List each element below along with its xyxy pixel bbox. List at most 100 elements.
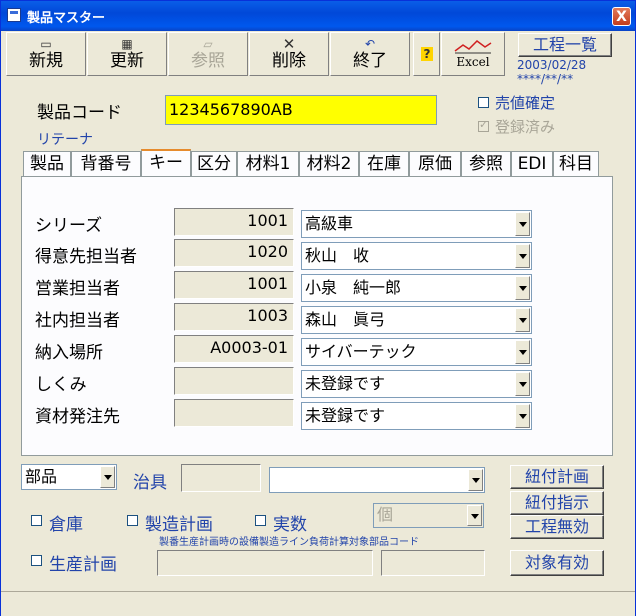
customer-rep-label: 得意先担当者 [35, 247, 137, 267]
tab-account[interactable]: 科目 [553, 151, 599, 176]
delete-label: 削除 [272, 51, 306, 71]
tab-material1[interactable]: 材料1 [237, 151, 299, 176]
tab-edi[interactable]: EDI [511, 151, 553, 176]
new-doc-icon: ▭ [40, 37, 52, 51]
dropdown-arrow-icon[interactable] [515, 372, 530, 396]
excel-label: Excel [456, 55, 490, 69]
date-mask: ****/**/** [517, 72, 574, 86]
series-select[interactable]: 高級車 [301, 210, 532, 238]
jig-select[interactable] [269, 467, 485, 493]
link-instruction-button[interactable]: 紐付指示 [510, 491, 604, 515]
unit-select-value: 個 [377, 505, 394, 524]
part-select-value: 部品 [25, 467, 58, 486]
delivery-place-label: 納入場所 [35, 343, 103, 363]
customer-rep-value: 秋山 收 [305, 246, 370, 265]
browse-label: 参照 [191, 51, 225, 71]
tab-material2[interactable]: 材料2 [299, 151, 359, 176]
browse-button[interactable]: ▱ 参照 [168, 32, 248, 76]
price-confirm-checkbox[interactable] [478, 97, 489, 108]
dropdown-arrow-icon[interactable] [467, 505, 482, 526]
supplier-select[interactable]: 未登録です [301, 402, 532, 430]
jig-label: 治具 [133, 473, 167, 493]
product-code-label: 製品コード [37, 103, 122, 123]
series-label: シリーズ [35, 216, 103, 236]
new-label: 新規 [29, 51, 63, 71]
close-button[interactable]: X [612, 7, 631, 26]
series-code: 1001 [174, 208, 294, 236]
supplier-value: 未登録です [305, 406, 386, 425]
tab-inventory[interactable]: 在庫 [359, 151, 409, 176]
x-icon: ✕ [282, 35, 296, 53]
warehouse-label: 倉庫 [49, 515, 83, 535]
target-enable-button[interactable]: 対象有効 [510, 550, 604, 576]
update-button[interactable]: ▦ 更新 [87, 32, 167, 76]
mechanism-code [174, 367, 294, 395]
mechanism-value: 未登録です [305, 374, 386, 393]
tab-key[interactable]: キー [141, 149, 191, 177]
prod-plan-field-2 [381, 550, 485, 576]
actual-qty-label: 実数 [273, 515, 307, 535]
dropdown-arrow-icon[interactable] [515, 308, 530, 332]
update-label: 更新 [110, 51, 144, 71]
main-window: 製品マスター X ▭ 新規 ▦ 更新 ▱ 参照 ✕ 削除 ↶ 終了 ? Exce… [0, 0, 636, 616]
tab-category[interactable]: 区分 [191, 151, 237, 176]
retainer-label: リテーナ [37, 132, 93, 148]
exit-button[interactable]: ↶ 終了 [330, 32, 410, 76]
customer-rep-select[interactable]: 秋山 收 [301, 242, 532, 270]
delete-button[interactable]: ✕ 削除 [249, 32, 329, 76]
sales-rep-label: 営業担当者 [35, 279, 120, 299]
product-code-input[interactable]: 1234567890AB [165, 95, 437, 125]
supplier-label: 資材発注先 [35, 407, 120, 427]
dropdown-arrow-icon[interactable] [515, 404, 530, 428]
unit-select[interactable]: 個 [373, 503, 484, 528]
tab-cost[interactable]: 原価 [409, 151, 461, 176]
actual-qty-checkbox[interactable] [255, 515, 266, 526]
help-button[interactable]: ? [413, 32, 440, 76]
jig-code-field [181, 464, 261, 492]
dropdown-arrow-icon[interactable] [515, 244, 530, 268]
sales-rep-value: 小泉 純一郎 [305, 278, 402, 297]
registered-checkbox[interactable] [478, 118, 489, 132]
mfg-plan-checkbox[interactable] [127, 515, 138, 526]
prod-plan-label: 生産計画 [49, 555, 117, 575]
prod-plan-checkbox[interactable] [31, 555, 42, 566]
tab-back-number[interactable]: 背番号 [71, 151, 141, 176]
sales-rep-select[interactable]: 小泉 純一郎 [301, 274, 532, 302]
tab-reference[interactable]: 参照 [461, 151, 511, 176]
part-select[interactable]: 部品 [21, 464, 117, 490]
dropdown-arrow-icon[interactable] [468, 469, 483, 491]
sales-rep-code: 1001 [174, 271, 294, 299]
open-folder-icon: ▱ [203, 37, 213, 51]
date-display: 2003/02/28 [517, 58, 587, 72]
internal-rep-value: 森山 眞弓 [305, 310, 386, 329]
dropdown-arrow-icon[interactable] [515, 212, 530, 236]
return-icon: ↶ [364, 37, 376, 51]
dropdown-arrow-icon[interactable] [515, 340, 530, 364]
internal-rep-label: 社内担当者 [35, 311, 120, 331]
dropdown-arrow-icon[interactable] [100, 466, 115, 488]
grid-icon: ▦ [121, 37, 133, 51]
warehouse-checkbox[interactable] [31, 515, 42, 526]
plan-note: 製番生産計画時の設備製造ライン負荷計算対象部品コード [159, 537, 419, 548]
process-disable-button[interactable]: 工程無効 [510, 515, 604, 539]
series-value: 高級車 [305, 214, 354, 233]
delivery-place-select[interactable]: サイバーテック [301, 338, 532, 366]
title-bar[interactable]: 製品マスター X [1, 1, 635, 31]
supplier-code [174, 399, 294, 427]
price-confirm-label: 売値確定 [495, 94, 556, 112]
app-icon [7, 8, 21, 22]
internal-rep-code: 1003 [174, 303, 294, 331]
link-plan-button[interactable]: 紐付計画 [510, 465, 604, 489]
window-title: 製品マスター [27, 11, 106, 26]
new-button[interactable]: ▭ 新規 [6, 32, 86, 76]
chart-icon [454, 40, 492, 54]
mechanism-label: しくみ [35, 375, 87, 395]
mfg-plan-label: 製造計画 [145, 515, 213, 535]
dropdown-arrow-icon[interactable] [515, 276, 530, 300]
internal-rep-select[interactable]: 森山 眞弓 [301, 306, 532, 334]
process-list-button[interactable]: 工程一覧 [518, 33, 612, 57]
customer-rep-code: 1020 [174, 239, 294, 267]
mechanism-select[interactable]: 未登録です [301, 370, 532, 398]
tab-product[interactable]: 製品 [23, 151, 71, 176]
excel-button[interactable]: Excel [441, 32, 505, 76]
